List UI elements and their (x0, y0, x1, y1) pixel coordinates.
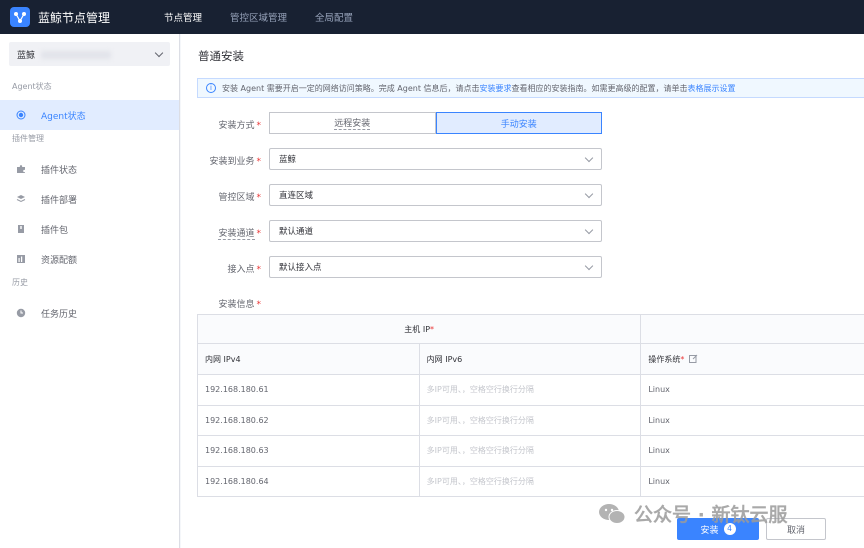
install-requirements-link[interactable]: 安装要求 (480, 83, 512, 94)
ipv4-cell[interactable]: 192.168.180.64 (198, 466, 420, 496)
manual-install-option[interactable]: 手动安装 (435, 112, 602, 134)
page-title: 普通安装 (198, 49, 244, 63)
os-cell[interactable]: Linux (641, 406, 864, 436)
table-row: 192.168.180.61 多IP可用、，空格空行换行分隔 Linux (198, 375, 864, 406)
remote-install-option[interactable]: 远程安装 (269, 112, 436, 134)
sidebar-item-label: Agent状态 (41, 111, 86, 122)
install-channel-value: 默认通道 (279, 227, 314, 237)
sidebar-item-plugin-package[interactable]: 插件包 (0, 214, 179, 244)
install-info-label: 安装信息 * (218, 300, 261, 310)
info-text-1: 安装 Agent 需要开启一定的网络访问策略。完成 Agent 信息后，请点击 (222, 83, 480, 93)
radio-dot-icon (16, 110, 26, 120)
chevron-down-icon (584, 189, 594, 198)
chevron-down-icon (584, 225, 594, 234)
column-os: 操作系统 * (641, 344, 864, 374)
chevron-down-icon (584, 261, 594, 270)
chevron-down-icon (154, 48, 164, 57)
sidebar-item-task-history[interactable]: 任务历史 (0, 298, 179, 328)
column-ipv6: 内网 IPv6 (420, 344, 642, 374)
os-cell[interactable]: Linux (641, 467, 864, 497)
table-row: 192.168.180.62 多IP可用、，空格空行换行分隔 Linux (198, 405, 864, 436)
ipv6-cell[interactable]: 多IP可用、，空格空行换行分隔 (420, 466, 642, 496)
install-channel-select[interactable]: 默认通道 (269, 220, 602, 242)
access-point-select[interactable]: 默认接入点 (269, 256, 602, 278)
sidebar-item-label: 插件部署 (41, 195, 78, 206)
batch-edit-icon[interactable] (689, 354, 698, 365)
table-row: 192.168.180.63 多IP可用、，空格空行换行分隔 Linux (198, 436, 864, 467)
watermark: 公众号 · 新钛云服 (598, 500, 787, 527)
package-icon (16, 224, 26, 234)
sidebar-group-plugin: 插件管理 (12, 134, 44, 143)
sidebar-item-resource-quota[interactable]: 资源配额 (0, 244, 179, 274)
sidebar-group-history: 历史 (12, 278, 28, 287)
sidebar-item-plugin-status[interactable]: 插件状态 (0, 154, 179, 184)
ipv6-cell[interactable]: 多IP可用、，空格空行换行分隔 (420, 436, 642, 466)
ipv6-cell[interactable]: 多IP可用、，空格空行换行分隔 (420, 405, 642, 435)
blurred-text (41, 51, 112, 59)
sidebar-item-label: 任务历史 (41, 309, 78, 320)
table-group-header: 主机 IP * (198, 314, 864, 344)
sidebar-item-plugin-deploy[interactable]: 插件部署 (0, 184, 179, 214)
access-point-value: 默认接入点 (279, 263, 322, 273)
ipv4-cell[interactable]: 192.168.180.61 (198, 375, 420, 405)
business-select-field[interactable]: 蓝鲸 (269, 148, 602, 170)
access-point-label: 接入点 * (227, 265, 261, 275)
watermark-text: 公众号 · 新钛云服 (634, 504, 788, 526)
info-icon: i (206, 83, 216, 93)
business-label: 安装到业务 * (209, 157, 261, 167)
bar-chart-icon (16, 254, 26, 264)
business-select-value: 蓝鲸 (17, 50, 36, 61)
table-row: 192.168.180.64 多IP可用、，空格空行换行分隔 Linux (198, 466, 864, 497)
install-mode-label: 安装方式 * (218, 121, 261, 131)
install-mode-toggle: 远程安装 手动安装 (269, 112, 602, 134)
install-channel-label: 安装通道 * (218, 229, 261, 240)
business-select-value: 蓝鲸 (279, 155, 297, 165)
cloud-area-value: 直连区域 (279, 191, 314, 201)
table-header: 内网 IPv4 内网 IPv6 操作系统 * (198, 344, 864, 375)
puzzle-icon (16, 164, 26, 174)
app-logo-icon (10, 7, 30, 27)
sidebar-item-label: 资源配额 (41, 255, 78, 266)
os-cell[interactable]: Linux (641, 436, 864, 466)
ipv6-cell[interactable]: 多IP可用、，空格空行换行分隔 (420, 375, 642, 405)
layers-icon (16, 194, 26, 204)
sidebar-group-agent: Agent状态 (12, 82, 52, 91)
wechat-icon (598, 503, 626, 525)
sidebar-item-label: 插件状态 (41, 165, 78, 176)
table-display-settings-link[interactable]: 表格展示设置 (688, 83, 736, 94)
header-empty (641, 315, 864, 343)
business-select[interactable]: 蓝鲸 (9, 42, 170, 66)
column-ipv4: 内网 IPv4 (198, 344, 420, 374)
app-title: 蓝鲸节点管理 (38, 10, 111, 25)
chevron-down-icon (584, 153, 594, 162)
cloud-area-label: 管控区域 * (218, 193, 261, 203)
nav-cloud-area[interactable]: 管控区域管理 (230, 10, 287, 24)
sidebar-item-agent-status[interactable]: Agent状态 (0, 100, 179, 130)
main-content: 普通安装 i 安装 Agent 需要开启一定的网络访问策略。完成 Agent 信… (181, 34, 864, 548)
nav-global-config[interactable]: 全局配置 (315, 10, 353, 24)
info-text-2: 查看相应的安装指南。如需更高级的配置，请单击 (511, 83, 688, 93)
sidebar-item-label: 插件包 (41, 225, 69, 236)
host-table: 主机 IP * 内网 IPv4 内网 IPv6 操作系统 * 192.168.180… (197, 314, 864, 497)
ipv4-cell[interactable]: 192.168.180.62 (198, 405, 420, 435)
nav-node-management[interactable]: 节点管理 (164, 10, 202, 24)
ipv4-cell[interactable]: 192.168.180.63 (198, 436, 420, 466)
sidebar: 蓝鲸 Agent状态 Agent状态 插件管理 插件状态 插件部署 插件包 资源… (0, 34, 180, 548)
top-navigation-bar: 蓝鲸节点管理 节点管理 管控区域管理 全局配置 (0, 0, 864, 34)
host-ip-group-header: 主机 IP * (198, 315, 642, 343)
clock-icon (16, 308, 26, 318)
cloud-area-select[interactable]: 直连区域 (269, 184, 602, 206)
info-banner: i 安装 Agent 需要开启一定的网络访问策略。完成 Agent 信息后，请点… (197, 78, 864, 98)
os-cell[interactable]: Linux (641, 375, 864, 405)
